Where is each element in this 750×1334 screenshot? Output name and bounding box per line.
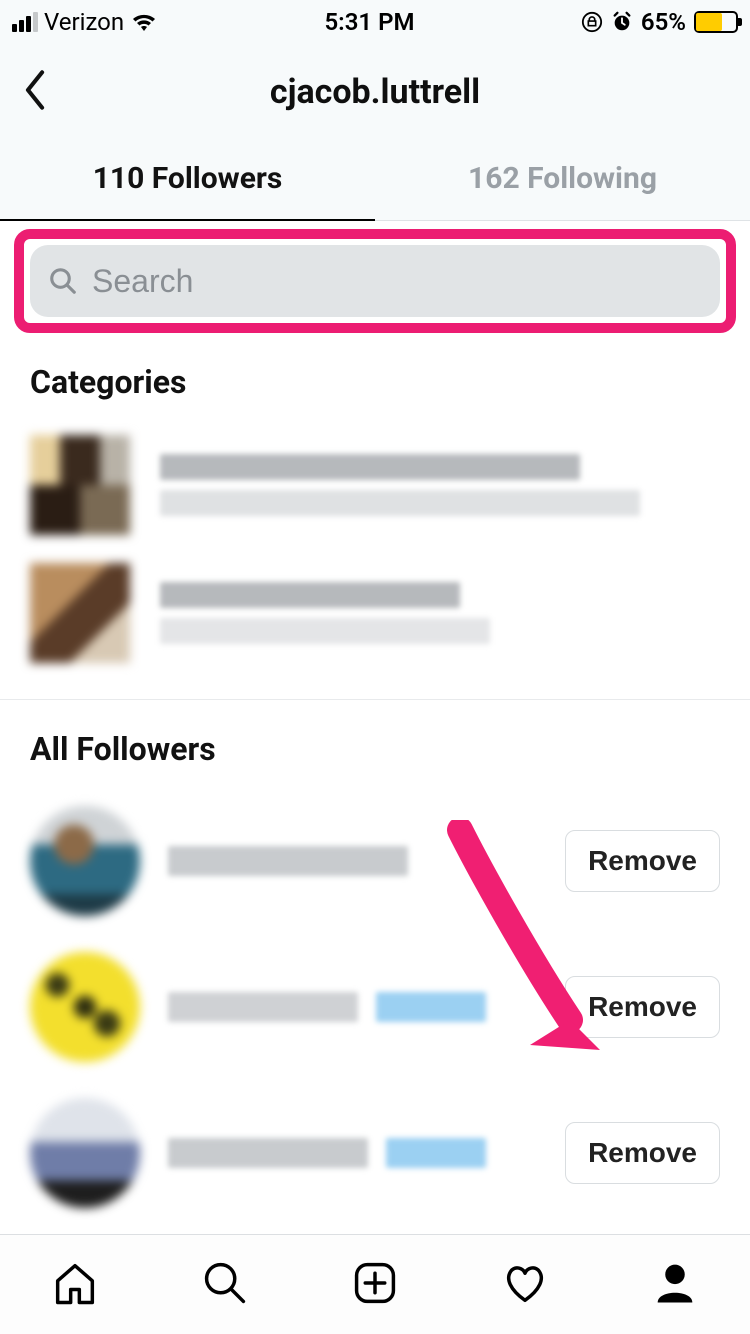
battery-percent: 65% — [641, 8, 686, 36]
category-text — [160, 582, 490, 644]
follower-item[interactable]: Remove — [0, 1080, 750, 1226]
status-bar: Verizon 5:31 PM 65% — [0, 0, 750, 44]
follower-item[interactable]: Remove — [0, 934, 750, 1080]
nav-create[interactable] — [349, 1257, 401, 1313]
nav-activity[interactable] — [499, 1257, 551, 1313]
remove-button[interactable]: Remove — [565, 1122, 720, 1184]
nav-search[interactable] — [199, 1257, 251, 1313]
follower-text — [168, 1138, 537, 1168]
nav-profile[interactable] — [649, 1257, 701, 1313]
categories-heading: Categories — [0, 333, 750, 421]
category-thumbnail — [30, 435, 130, 535]
wifi-icon — [130, 11, 158, 33]
search-field[interactable] — [30, 245, 720, 317]
avatar — [30, 952, 140, 1062]
header: cjacob.luttrell — [0, 44, 750, 139]
category-item[interactable] — [0, 549, 750, 677]
nav-home[interactable] — [49, 1257, 101, 1313]
signal-icon — [12, 12, 38, 32]
search-input[interactable] — [92, 263, 702, 300]
search-icon — [199, 1257, 251, 1309]
alarm-icon — [611, 11, 633, 33]
avatar — [30, 1098, 140, 1208]
battery-icon — [694, 11, 738, 33]
search-highlight-annotation — [14, 229, 736, 333]
follower-item[interactable]: Remove — [0, 788, 750, 934]
category-text — [160, 454, 640, 516]
carrier-label: Verizon — [44, 8, 124, 36]
all-followers-heading: All Followers — [0, 700, 750, 788]
orientation-lock-icon — [581, 11, 603, 33]
heart-icon — [499, 1257, 551, 1309]
category-item[interactable] — [0, 421, 750, 549]
battery-fill — [696, 13, 722, 31]
remove-button[interactable]: Remove — [565, 830, 720, 892]
back-button[interactable] — [20, 70, 50, 114]
search-icon — [48, 266, 78, 296]
home-icon — [49, 1257, 101, 1309]
tabs: 110 Followers 162 Following — [0, 139, 750, 221]
plus-square-icon — [349, 1257, 401, 1309]
follower-text — [168, 992, 537, 1022]
status-time: 5:31 PM — [324, 8, 414, 36]
profile-icon — [649, 1257, 701, 1309]
category-thumbnail — [30, 563, 130, 663]
bottom-nav — [0, 1234, 750, 1334]
remove-button[interactable]: Remove — [565, 976, 720, 1038]
tab-following[interactable]: 162 Following — [375, 139, 750, 220]
status-right: 65% — [581, 8, 738, 36]
follower-text — [168, 846, 537, 876]
tab-followers[interactable]: 110 Followers — [0, 139, 375, 220]
status-left: Verizon — [12, 8, 158, 36]
page-title: cjacob.luttrell — [0, 72, 750, 112]
avatar — [30, 806, 140, 916]
